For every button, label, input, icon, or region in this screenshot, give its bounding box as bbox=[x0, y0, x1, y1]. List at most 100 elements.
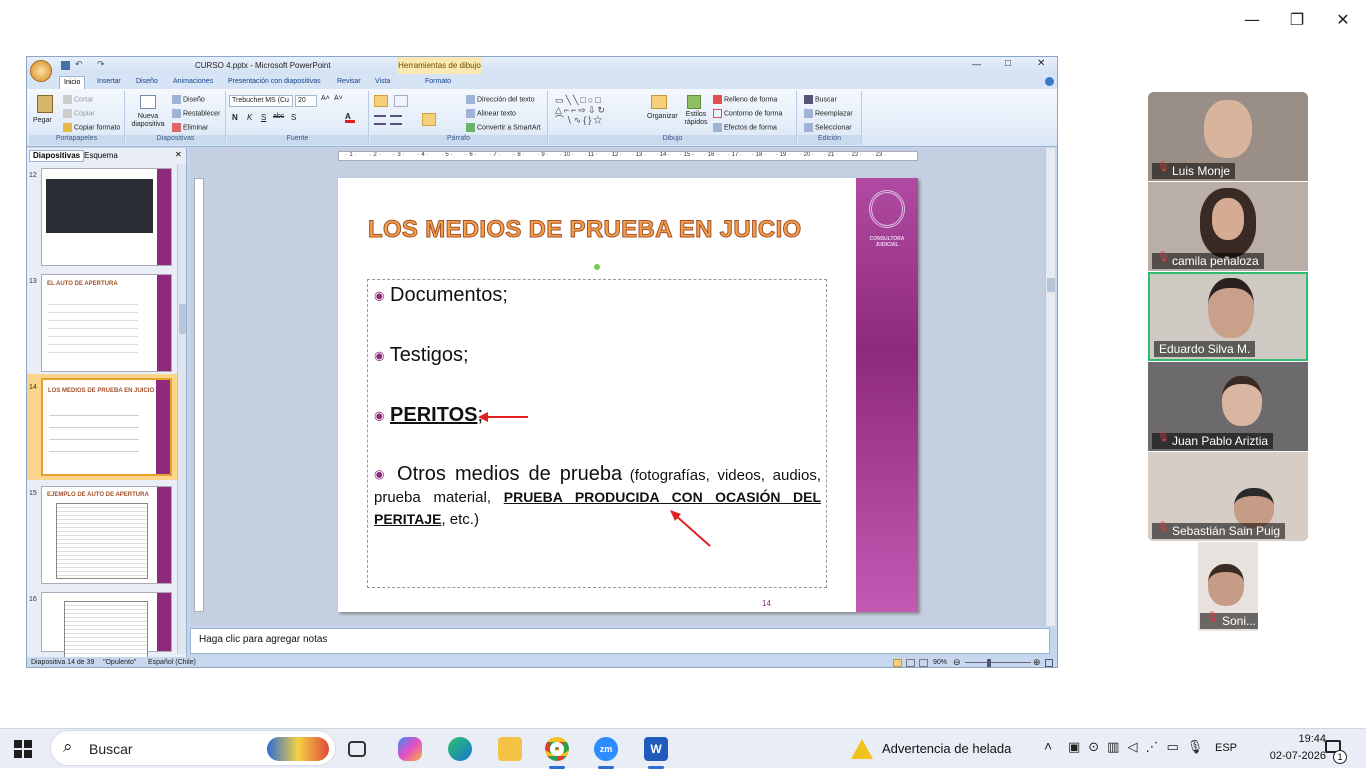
pane-tab-slides[interactable]: Diapositivas bbox=[29, 150, 85, 162]
view-normal-icon[interactable] bbox=[893, 659, 902, 667]
tab-vista[interactable]: Vista bbox=[371, 76, 394, 89]
cut-button[interactable]: Cortar bbox=[63, 95, 93, 104]
tab-formato[interactable]: Formato bbox=[421, 76, 455, 89]
tray-icons[interactable]: ▣⊙▥◁⋰▭🎙 bbox=[1068, 740, 1211, 755]
new-slide-icon[interactable] bbox=[140, 95, 156, 109]
chrome-icon[interactable] bbox=[545, 737, 569, 761]
pane-scrollbar[interactable] bbox=[177, 164, 186, 654]
ppt-minimize-button[interactable]: — bbox=[972, 59, 981, 69]
file-explorer-icon[interactable] bbox=[498, 737, 522, 761]
language-indicator[interactable]: ESP bbox=[1215, 742, 1237, 754]
participant-tile[interactable]: Sebastián Sain Puig 🎙 bbox=[1148, 452, 1308, 541]
ppt-close-button[interactable]: ✕ bbox=[1037, 58, 1045, 69]
slide-thumbnail[interactable] bbox=[41, 592, 172, 661]
align-left-icon[interactable] bbox=[374, 115, 386, 125]
tab-presentacion[interactable]: Presentación con diapositivas bbox=[224, 76, 325, 89]
smartart-button[interactable]: Convertir a SmartArt bbox=[466, 123, 541, 132]
zoom-minimize-button[interactable]: — bbox=[1242, 10, 1262, 30]
weather-warning-icon[interactable] bbox=[851, 739, 873, 759]
font-name-select[interactable]: Trebuchet MS (Cu bbox=[229, 95, 293, 107]
office-button[interactable] bbox=[30, 60, 52, 82]
participant-tile-active-speaker[interactable]: Eduardo Silva M. bbox=[1148, 272, 1308, 361]
shape-effects-button[interactable]: Efectos de forma bbox=[713, 123, 777, 132]
slide-canvas[interactable]: LOS MEDIOS DE PRUEBA EN JUICIO CONSULTOR… bbox=[338, 178, 918, 612]
paste-button[interactable]: Pegar bbox=[33, 117, 52, 124]
shadow-button[interactable]: S bbox=[291, 113, 296, 122]
shrink-font-button[interactable]: A˅ bbox=[334, 95, 343, 102]
quick-access-redo-icon[interactable]: ↷ bbox=[97, 59, 105, 70]
view-sorter-icon[interactable] bbox=[906, 659, 915, 667]
vertical-scrollbar[interactable] bbox=[1045, 148, 1055, 626]
reset-button[interactable]: Restablecer bbox=[172, 109, 220, 118]
slide-thumbnail[interactable]: EL AUTO DE APERTURA bbox=[41, 274, 172, 372]
numbering-icon[interactable] bbox=[394, 95, 408, 107]
quick-access-save-icon[interactable] bbox=[61, 61, 70, 70]
grow-font-button[interactable]: A˄ bbox=[321, 95, 330, 102]
word-icon[interactable]: W bbox=[644, 737, 668, 761]
zoom-out-button[interactable]: ⊖ bbox=[953, 657, 961, 667]
weather-text[interactable]: Advertencia de helada bbox=[882, 741, 1011, 756]
align-center-icon[interactable] bbox=[390, 115, 402, 125]
taskbar-search-box[interactable]: ⌕ Buscar bbox=[50, 730, 336, 766]
participant-tile[interactable]: camila peñaloza 🎙 bbox=[1148, 182, 1308, 271]
slide-thumbnail-active[interactable]: LOS MEDIOS DE PRUEBA EN JUICIO bbox=[41, 378, 172, 476]
align-text-button[interactable]: Alinear texto bbox=[466, 109, 516, 118]
pane-scroll-thumb[interactable] bbox=[179, 304, 186, 334]
quick-styles-icon[interactable] bbox=[687, 95, 701, 109]
copilot-icon[interactable] bbox=[398, 737, 422, 761]
bullets-icon[interactable] bbox=[374, 95, 388, 107]
underline-button[interactable]: S bbox=[261, 113, 266, 122]
clock-date[interactable]: 02-07-2026 bbox=[1248, 750, 1326, 762]
tab-insertar[interactable]: Insertar bbox=[93, 76, 125, 89]
new-slide-button[interactable]: Nueva diapositiva bbox=[128, 113, 168, 129]
view-slideshow-icon[interactable] bbox=[919, 659, 928, 667]
participant-tile[interactable]: Juan Pablo Ariztia 🎙 bbox=[1148, 362, 1308, 451]
tab-revisar[interactable]: Revisar bbox=[333, 76, 365, 89]
notes-pane[interactable]: Haga clic para agregar notas bbox=[190, 628, 1050, 654]
slide-editing-area[interactable]: · 1 · · 2 · · 3 · · 4 · · 5 · · 6 · · 7 · · 8 ·… bbox=[190, 148, 1055, 626]
layout-button[interactable]: Diseño bbox=[172, 95, 205, 104]
replace-button[interactable]: Reemplazar bbox=[804, 109, 853, 118]
zoom-slider-thumb[interactable] bbox=[987, 659, 991, 667]
task-view-icon[interactable] bbox=[348, 741, 366, 757]
edge-icon[interactable] bbox=[448, 737, 472, 761]
delete-slide-button[interactable]: Eliminar bbox=[172, 123, 208, 132]
strike-button[interactable]: abc bbox=[273, 113, 284, 120]
slide-thumbnail[interactable] bbox=[41, 168, 172, 266]
vertical-scroll-thumb[interactable] bbox=[1047, 278, 1055, 292]
zoom-in-button[interactable]: ⊕ bbox=[1033, 657, 1041, 667]
copy-button[interactable]: Copiar bbox=[63, 109, 95, 118]
windows-start-icon[interactable] bbox=[14, 740, 32, 758]
select-button[interactable]: Seleccionar bbox=[804, 123, 852, 132]
font-color-icon[interactable]: A bbox=[345, 113, 355, 123]
help-icon[interactable] bbox=[1045, 77, 1054, 86]
font-size-select[interactable]: 20 bbox=[295, 95, 317, 107]
ppt-maximize-button[interactable]: □ bbox=[1005, 58, 1011, 69]
clock-time[interactable]: 19:44 bbox=[1264, 733, 1326, 745]
tab-inicio[interactable]: Inicio bbox=[59, 76, 86, 89]
tab-animaciones[interactable]: Animaciones bbox=[169, 76, 217, 89]
arrange-icon[interactable] bbox=[651, 95, 667, 109]
participant-tile[interactable]: Soni... 🎙 bbox=[1198, 542, 1258, 631]
zoom-app-icon[interactable]: zm bbox=[594, 737, 618, 761]
zoom-slider[interactable] bbox=[965, 662, 1031, 663]
shape-fill-button[interactable]: Relleno de forma bbox=[713, 95, 777, 104]
italic-button[interactable]: K bbox=[247, 113, 252, 122]
find-button[interactable]: Buscar bbox=[804, 95, 837, 104]
slide-thumbnail[interactable]: EJEMPLO DE AUTO DE APERTURA bbox=[41, 486, 172, 584]
shapes-gallery[interactable]: ▭╲╲□○□ △⌐⌐⇨⇩↻ ⌒∖∿{}☆ bbox=[555, 95, 633, 127]
zoom-close-button[interactable]: ✕ bbox=[1333, 10, 1353, 30]
tab-diseno[interactable]: Diseño bbox=[132, 76, 162, 89]
bold-button[interactable]: N bbox=[232, 113, 238, 122]
format-painter-button[interactable]: Copiar formato bbox=[63, 123, 120, 132]
quick-access-undo-icon[interactable]: ↶ bbox=[75, 59, 83, 70]
shape-outline-button[interactable]: Contorno de forma bbox=[713, 109, 782, 118]
fit-window-icon[interactable] bbox=[1045, 659, 1053, 667]
pane-close-button[interactable]: ✕ bbox=[175, 150, 182, 159]
arrange-button[interactable]: Organizar bbox=[647, 113, 678, 120]
paste-icon[interactable] bbox=[37, 95, 53, 113]
pane-tab-outline[interactable]: Esquema bbox=[84, 151, 118, 160]
quick-styles-button[interactable]: Estilos rápidos bbox=[681, 111, 711, 127]
participant-tile[interactable]: Luis Monje 🎙 bbox=[1148, 92, 1308, 181]
justify-icon[interactable] bbox=[422, 113, 436, 126]
